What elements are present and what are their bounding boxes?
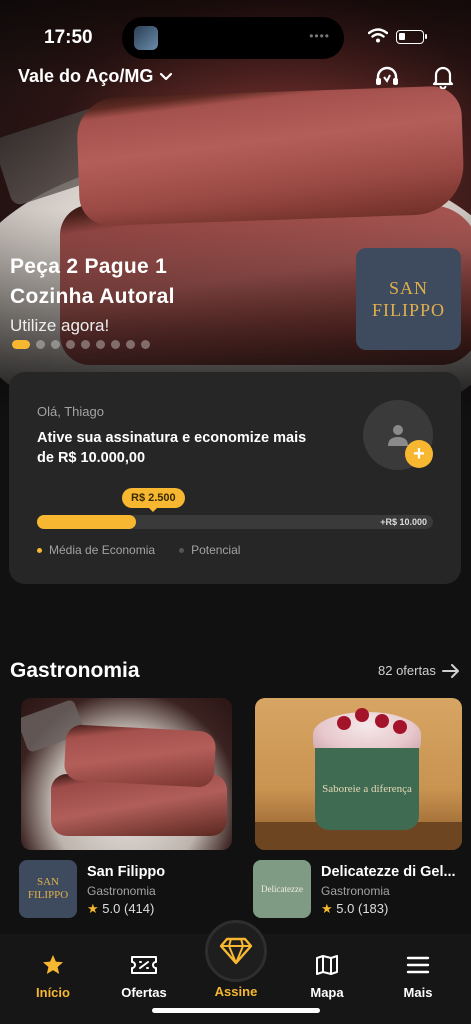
star-icon: ★ <box>321 901 333 916</box>
carousel-dot[interactable] <box>51 340 60 349</box>
progress-legend: Média de Economia Potencial <box>37 543 240 557</box>
app-thumbnail-icon <box>134 26 158 50</box>
map-icon <box>316 955 338 975</box>
carousel-indicator[interactable] <box>12 340 150 349</box>
notifications-button[interactable] <box>428 62 458 92</box>
section-title: Gastronomia <box>10 659 140 682</box>
tab-label: Mais <box>403 985 433 1000</box>
tab-label: Mapa <box>310 985 344 1000</box>
offer-image[interactable]: Saboreie a diferença <box>255 698 462 850</box>
carousel-dot[interactable] <box>141 340 150 349</box>
add-photo-button[interactable]: + <box>405 440 433 468</box>
tab-ofertas[interactable]: Ofertas <box>104 952 184 1000</box>
tab-inicio[interactable]: Início <box>13 952 93 1000</box>
banner-text: Peça 2 Pague 1 Cozinha Autoral Utilize a… <box>10 252 175 336</box>
carousel-dot[interactable] <box>126 340 135 349</box>
progress-bubble: R$ 2.500 <box>122 488 185 512</box>
carousel-dot[interactable] <box>96 340 105 349</box>
tab-label: Assine <box>214 984 258 999</box>
carousel-dot[interactable] <box>111 340 120 349</box>
star-icon: ★ <box>87 901 99 916</box>
gelato-cup: Saboreie a diferença <box>315 748 419 830</box>
banner-subtitle: Cozinha Autoral <box>10 285 175 308</box>
see-all-offers-link[interactable]: 82 ofertas <box>378 663 460 678</box>
headset-icon <box>376 66 398 85</box>
offer-image[interactable] <box>21 698 232 850</box>
tab-mapa[interactable]: Mapa <box>287 952 367 1000</box>
business-rating: ★ 5.0 (414) <box>87 901 154 917</box>
legend-average: Média de Economia <box>37 543 155 557</box>
business-name[interactable]: San Filippo <box>87 864 165 880</box>
savings-card[interactable]: Olá, Thiago Ative sua assinatura e econo… <box>9 372 461 584</box>
rating-value: 5.0 <box>336 901 355 916</box>
progress-max-label: +R$ 10.000 <box>380 517 427 527</box>
banner-title: Peça 2 Pague 1 <box>10 255 168 278</box>
business-rating: ★ 5.0 (183) <box>321 901 388 917</box>
carousel-dot[interactable] <box>66 340 75 349</box>
offers-count: 82 ofertas <box>378 663 436 678</box>
dynamic-island: •••• <box>122 17 344 59</box>
diamond-icon <box>219 937 253 965</box>
carousel-dot[interactable] <box>81 340 90 349</box>
dots-icon: •••• <box>309 29 330 43</box>
menu-icon <box>406 956 430 974</box>
review-count: (183) <box>357 901 389 916</box>
rating-value: 5.0 <box>102 901 121 916</box>
tab-label: Início <box>36 985 70 1000</box>
business-logo: Delicatezze <box>253 860 311 918</box>
status-time: 17:50 <box>44 27 93 48</box>
logo-text: FILIPPO <box>371 300 445 320</box>
savings-progress-fill <box>37 515 136 529</box>
location-label: Vale do Aço/MG <box>18 66 154 86</box>
location-selector[interactable]: Vale do Aço/MG <box>18 66 173 87</box>
legend-average-label: Média de Economia <box>49 543 156 557</box>
business-name[interactable]: Delicatezze di Gel... <box>321 864 456 880</box>
savings-progress-bar: +R$ 10.000 <box>37 515 433 529</box>
battery-icon <box>396 30 427 44</box>
ticket-icon <box>131 956 157 974</box>
wifi-icon <box>368 28 388 43</box>
business-category: Gastronomia <box>87 884 156 898</box>
tab-label: Ofertas <box>121 985 167 1000</box>
banner-cta: Utilize agora! <box>10 316 110 335</box>
tab-mais[interactable]: Mais <box>378 952 458 1000</box>
plus-icon: + <box>413 442 425 465</box>
star-icon <box>43 955 63 974</box>
san-filippo-logo: SAN FILIPPO <box>356 248 461 350</box>
logo-text: SAN <box>36 876 59 888</box>
logo-text: FILIPPO <box>27 889 69 901</box>
greeting: Olá, Thiago <box>37 404 104 419</box>
user-icon <box>388 425 408 446</box>
home-indicator <box>152 1008 320 1013</box>
legend-potential-label: Potencial <box>191 543 241 557</box>
arrow-right-icon <box>441 663 459 678</box>
business-logo: SAN FILIPPO <box>19 860 77 918</box>
review-count: (414) <box>123 901 155 916</box>
legend-potential: Potencial <box>179 543 240 557</box>
subscribe-button[interactable] <box>205 920 267 982</box>
chevron-down-icon <box>160 72 173 80</box>
subscription-message: Ative sua assinatura e economize mais de… <box>37 430 307 466</box>
business-category: Gastronomia <box>321 884 390 898</box>
logo-text: SAN <box>388 278 428 298</box>
support-button[interactable] <box>372 62 402 92</box>
carousel-dot[interactable] <box>12 340 30 349</box>
carousel-dot[interactable] <box>36 340 45 349</box>
bell-icon <box>432 66 454 89</box>
